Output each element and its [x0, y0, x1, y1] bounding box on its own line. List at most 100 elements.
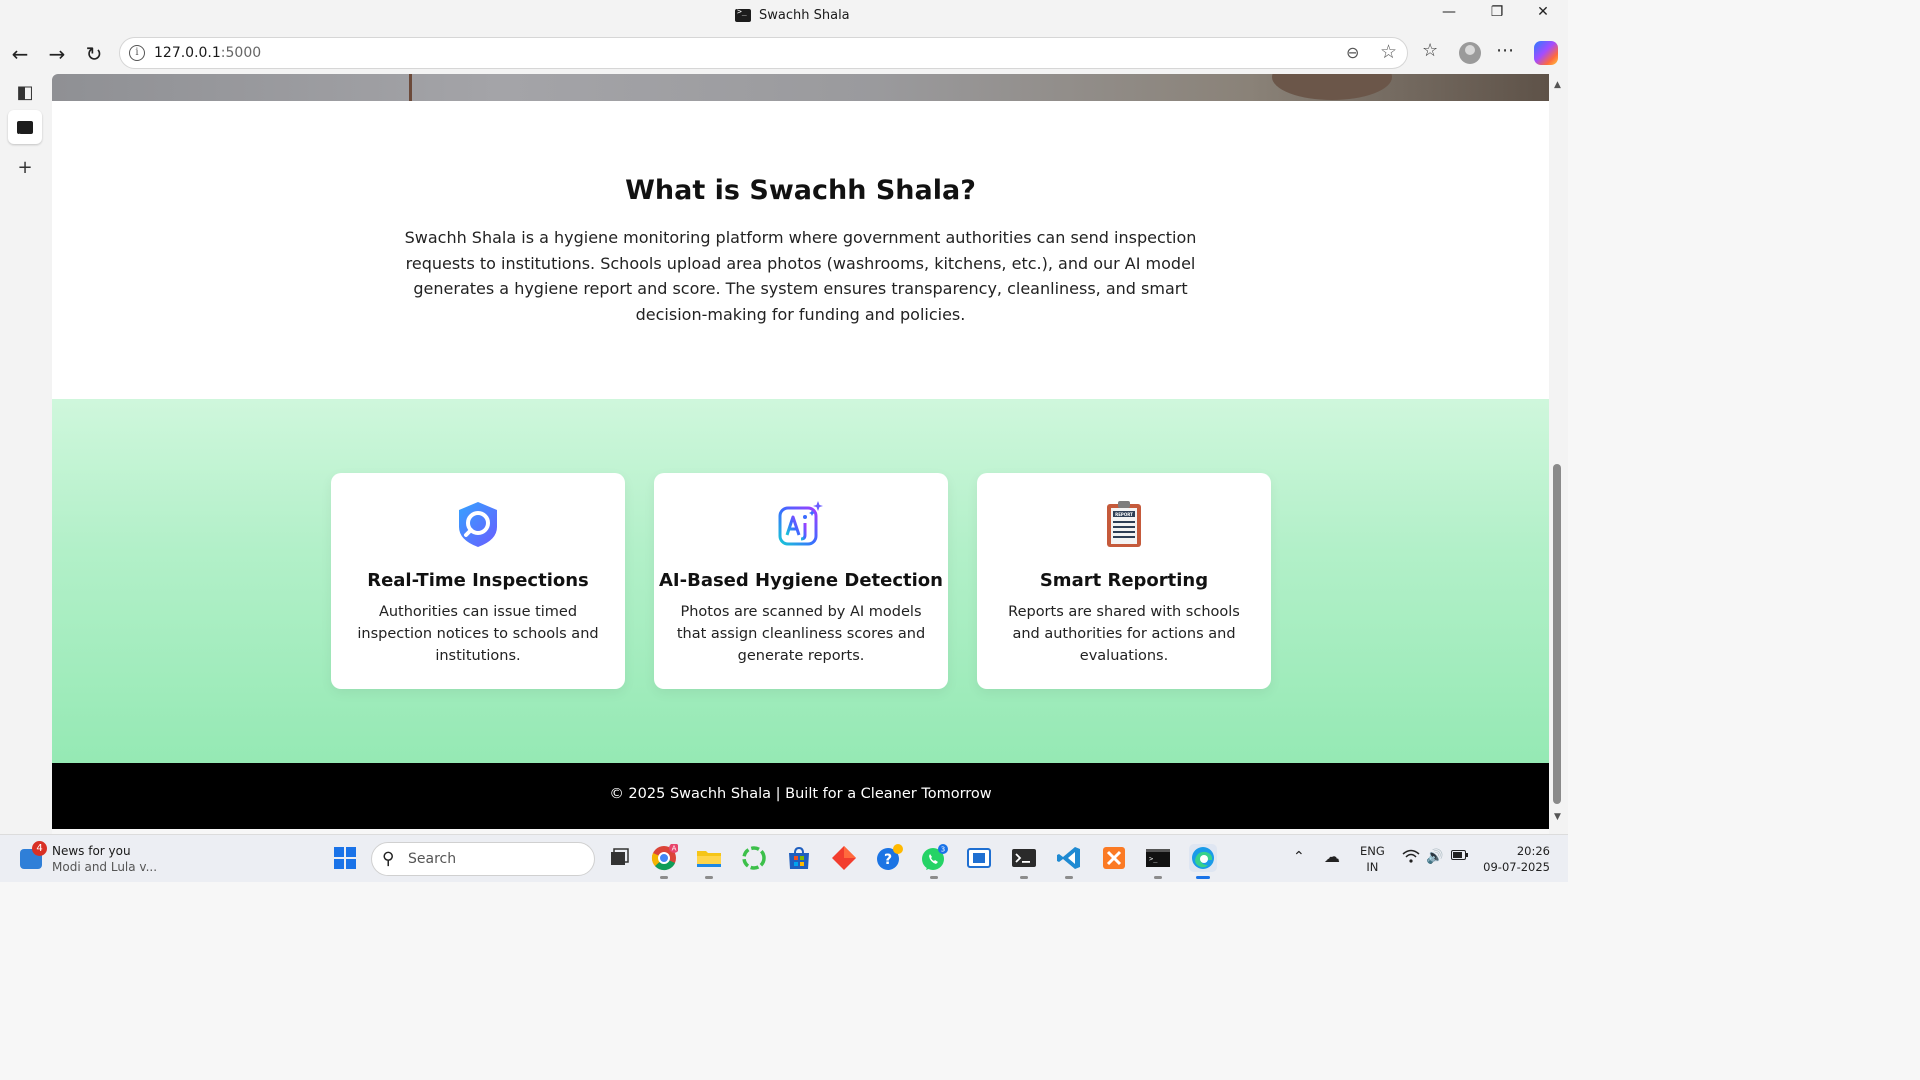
tab-actions-icon[interactable]: ◧ — [8, 76, 42, 110]
chrome-icon[interactable]: A — [650, 843, 679, 879]
favorite-star-icon[interactable]: ☆ — [1380, 41, 1397, 63]
about-heading: What is Swachh Shala? — [625, 175, 976, 206]
more-options-icon[interactable]: ⋯ — [1496, 40, 1514, 61]
window-title-bar: Swachh Shala — ❐ ✕ — [0, 0, 1568, 34]
close-window-button[interactable]: ✕ — [1520, 4, 1566, 20]
windows-taskbar: 4 News for you Modi and Lula v... ⚲ Sear… — [0, 834, 1568, 882]
feature-title: Real-Time Inspections — [367, 570, 589, 591]
ai-sparkle-icon — [778, 501, 823, 546]
chrome-profile-badge: A — [672, 845, 677, 853]
svg-text:>_: >_ — [1149, 855, 1158, 863]
terminal-favicon-icon — [735, 7, 751, 22]
whatsapp-icon[interactable]: 3 — [920, 844, 948, 879]
lang-region: IN — [1366, 860, 1379, 874]
page-scrollbar[interactable]: ▲ ▼ — [1549, 74, 1568, 834]
taskbar-clock[interactable]: 20:26 09-07-2025 — [1482, 843, 1550, 875]
remote-desktop-icon[interactable] — [965, 844, 993, 872]
windows-logo-icon — [334, 847, 356, 869]
input-language[interactable]: ENG IN — [1360, 843, 1385, 875]
scroll-down-icon[interactable]: ▼ — [1554, 812, 1561, 822]
browser-toolbar: ← → ↻ i 127.0.0.1:5000 ⊖ ☆ ☆ ⋯ — [0, 34, 1568, 74]
new-tab-icon[interactable]: + — [8, 151, 42, 185]
news-widget[interactable]: 4 News for you Modi and Lula v... — [18, 841, 168, 877]
running-indicator — [1020, 876, 1028, 879]
url-host: 127.0.0.1 — [154, 45, 221, 61]
red-diamond-app-icon[interactable] — [830, 844, 858, 872]
url-port: :5000 — [220, 45, 262, 61]
file-explorer-icon[interactable] — [695, 844, 723, 879]
clock-time: 20:26 — [1516, 844, 1550, 858]
vscode-icon[interactable] — [1055, 844, 1083, 879]
news-subtitle: Modi and Lula v... — [52, 860, 158, 874]
help-app-icon[interactable]: ? — [875, 844, 903, 872]
edge-browser-icon[interactable] — [1189, 844, 1217, 879]
site-footer: © 2025 Swachh Shala | Built for a Cleane… — [52, 763, 1549, 829]
running-indicator — [1065, 876, 1073, 879]
show-hidden-icons[interactable]: ⌃ — [1293, 849, 1305, 865]
feature-title: AI-Based Hygiene Detection — [659, 570, 943, 591]
hero-image — [52, 74, 1549, 101]
feature-card-reporting: REPORT Smart Reporting Reports are share… — [977, 473, 1271, 689]
taskbar-search[interactable]: ⚲ Search — [371, 842, 595, 876]
favorites-icon[interactable]: ☆ — [1422, 40, 1438, 61]
battery-icon[interactable] — [1451, 849, 1469, 865]
terminal-app-icon[interactable] — [1010, 844, 1038, 879]
address-bar[interactable]: i 127.0.0.1:5000 ⊖ ☆ — [119, 37, 1408, 69]
svg-text:?: ? — [884, 852, 892, 868]
about-section: What is Swachh Shala? Swachh Shala is a … — [52, 101, 1549, 399]
microsoft-store-icon[interactable] — [785, 844, 813, 872]
search-label: Search — [408, 851, 457, 867]
back-icon[interactable]: ← — [6, 40, 34, 68]
feature-text: Authorities can issue timed inspection n… — [357, 604, 599, 664]
scroll-up-icon[interactable]: ▲ — [1554, 80, 1561, 90]
task-view-icon[interactable] — [604, 844, 632, 872]
vertical-tab-strip: ◧ + — [0, 74, 52, 834]
report-icon-label: REPORT — [1115, 512, 1133, 517]
clock-date: 09-07-2025 — [1483, 860, 1550, 874]
whatsapp-unread-badge: 3 — [941, 846, 945, 854]
report-clipboard-icon: REPORT — [1107, 501, 1141, 547]
restore-button[interactable]: ❐ — [1474, 4, 1520, 20]
feature-title: Smart Reporting — [1039, 570, 1209, 591]
app-ring-icon[interactable] — [740, 844, 768, 872]
shield-search-icon — [459, 502, 497, 547]
terminal-tab-icon — [17, 119, 33, 153]
page-viewport: What is Swachh Shala? Swachh Shala is a … — [52, 74, 1549, 829]
feature-card-ai-detection: AI-Based Hygiene Detection Photos are sc… — [654, 473, 948, 689]
forward-icon[interactable]: → — [43, 40, 71, 68]
footer-text: © 2025 Swachh Shala | Built for a Cleane… — [609, 786, 992, 802]
minimize-button[interactable]: — — [1426, 4, 1472, 20]
copilot-icon[interactable] — [1534, 41, 1558, 65]
running-indicator — [660, 876, 668, 879]
feature-text: Photos are scanned by AI models that ass… — [676, 604, 926, 664]
running-indicator — [705, 876, 713, 879]
feature-text: Reports are shared with schools and auth… — [1008, 604, 1240, 664]
running-indicator — [1154, 876, 1162, 879]
wifi-icon[interactable] — [1402, 849, 1420, 867]
hero-image-figure — [1272, 74, 1392, 100]
about-body: Swachh Shala is a hygiene monitoring pla… — [404, 228, 1197, 324]
news-title: News for you — [52, 844, 131, 858]
hero-image-pole — [409, 74, 412, 101]
profile-avatar[interactable] — [1459, 42, 1481, 64]
start-button[interactable] — [331, 844, 359, 872]
lang-code: ENG — [1360, 844, 1385, 858]
search-icon: ⚲ — [382, 849, 395, 869]
console-window-icon[interactable]: >_ — [1144, 844, 1172, 879]
news-badge: 4 — [32, 841, 47, 856]
scrollbar-thumb[interactable] — [1553, 464, 1561, 804]
tab-swachh-shala[interactable] — [8, 110, 42, 153]
xampp-icon[interactable] — [1100, 844, 1128, 872]
zoom-out-icon[interactable]: ⊖ — [1346, 43, 1359, 62]
features-section: Real-Time Inspections Authorities can is… — [52, 399, 1549, 763]
feature-card-inspections: Real-Time Inspections Authorities can is… — [331, 473, 625, 689]
window-title-text: Swachh Shala — [759, 8, 850, 23]
window-title: Swachh Shala — [735, 7, 850, 23]
reload-icon[interactable]: ↻ — [80, 40, 108, 68]
running-indicator — [930, 876, 938, 879]
active-indicator — [1196, 876, 1210, 879]
onedrive-cloud-icon[interactable]: ☁ — [1324, 847, 1340, 866]
address-url[interactable]: 127.0.0.1:5000 — [154, 45, 261, 61]
site-info-icon[interactable]: i — [129, 45, 145, 61]
volume-icon[interactable]: 🔊 — [1426, 849, 1443, 865]
